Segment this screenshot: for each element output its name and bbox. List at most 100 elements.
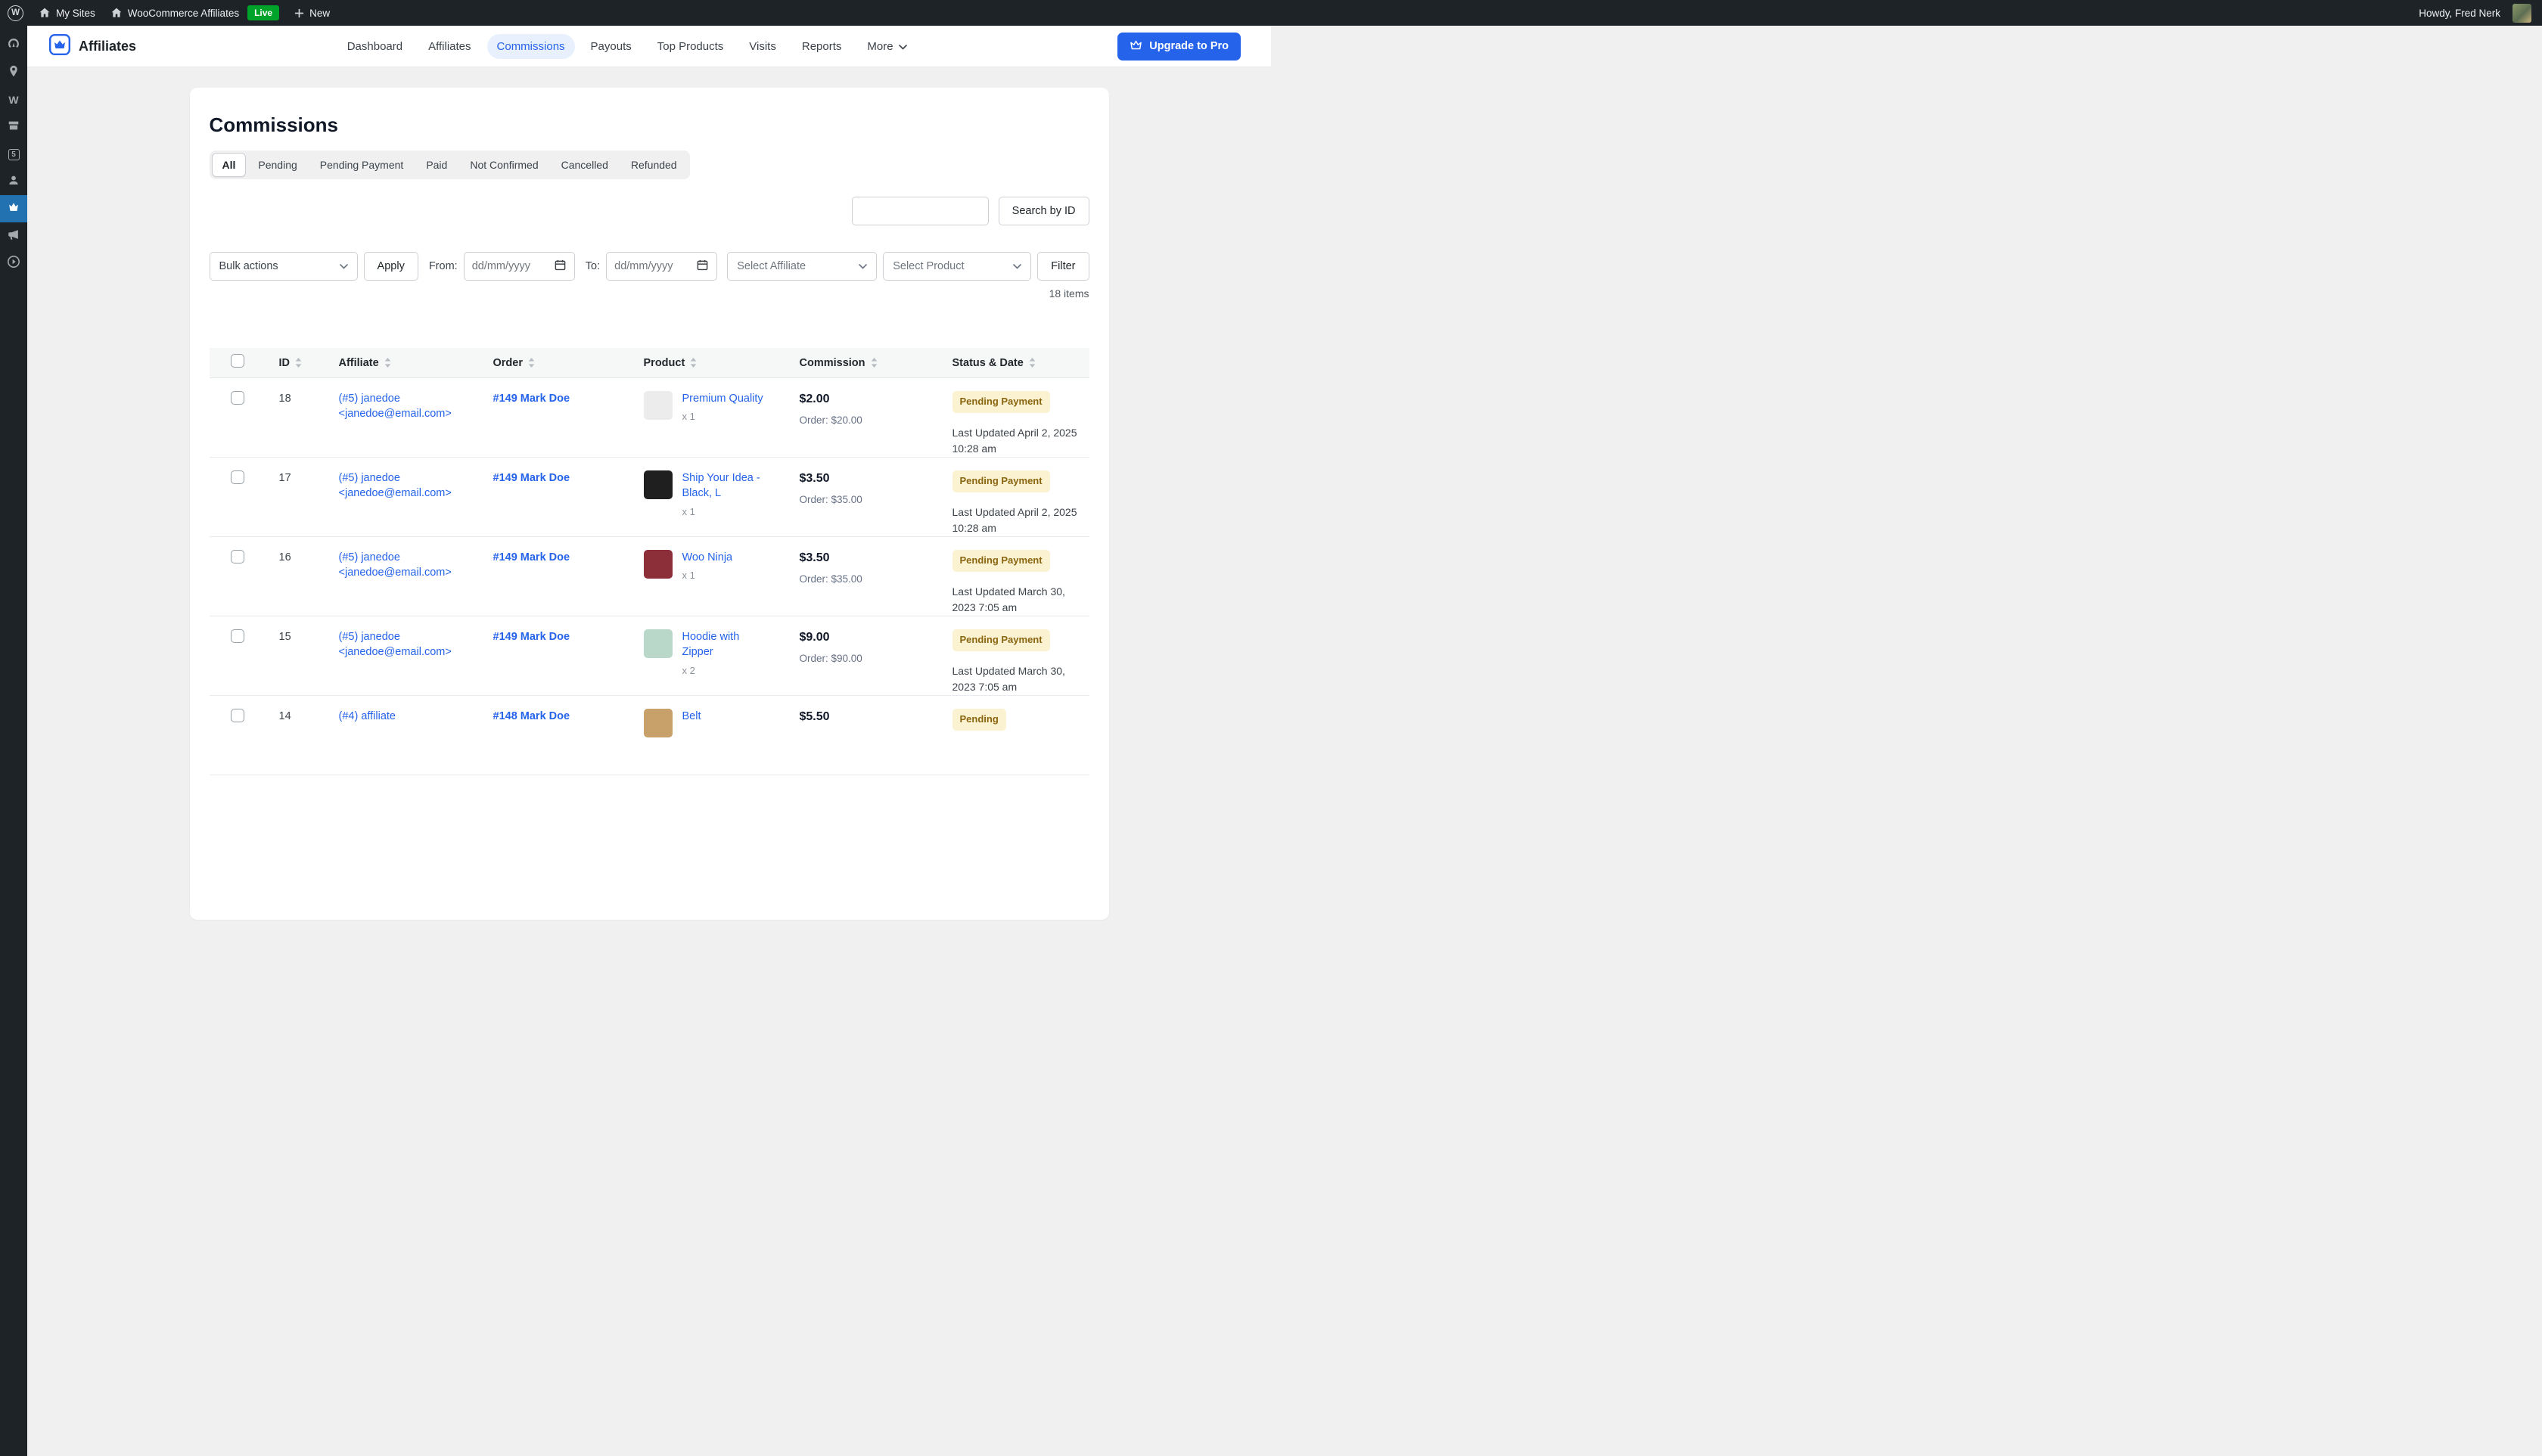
wp-admin-sidebar: W 5 <box>0 26 27 1456</box>
bulk-actions-select[interactable]: Bulk actions <box>210 252 358 281</box>
order-total: Order: $35.00 <box>800 573 952 587</box>
date-to-input[interactable]: dd/mm/yyyy <box>606 252 717 281</box>
search-row: Search by ID <box>210 197 1089 225</box>
last-updated: Last Updated March 30, 2023 7:05 am <box>952 584 1085 616</box>
row-checkbox[interactable] <box>231 391 244 405</box>
wordpress-menu[interactable]: W <box>8 0 23 26</box>
sidebar-item-collapse[interactable] <box>0 250 27 277</box>
nav-more[interactable]: More <box>857 34 916 59</box>
row-checkbox[interactable] <box>231 629 244 643</box>
calendar-icon <box>696 259 709 275</box>
my-sites-menu[interactable]: My Sites <box>39 0 95 26</box>
row-checkbox[interactable] <box>231 470 244 484</box>
wp-admin-bar: W My Sites WooCommerce Affiliates Live N… <box>0 0 2542 26</box>
tab-cancelled[interactable]: Cancelled <box>551 153 619 177</box>
order-link[interactable]: #149 Mark Doe <box>493 631 570 643</box>
search-by-id-button[interactable]: Search by ID <box>999 197 1089 225</box>
sidebar-item-w[interactable]: W <box>0 86 27 113</box>
apply-button[interactable]: Apply <box>364 252 418 281</box>
sidebar-item-plugin-5[interactable]: 5 <box>0 141 27 168</box>
product-link[interactable]: Premium Quality <box>682 391 763 406</box>
upgrade-to-pro-button[interactable]: Upgrade to Pro <box>1117 33 1241 61</box>
order-link[interactable]: #149 Mark Doe <box>493 551 570 563</box>
sidebar-item-megaphone[interactable] <box>0 222 27 250</box>
product-link[interactable]: Belt <box>682 709 701 724</box>
nav-commissions[interactable]: Commissions <box>487 34 575 59</box>
nav-top-products[interactable]: Top Products <box>648 34 734 59</box>
tab-pending-payment[interactable]: Pending Payment <box>309 153 415 177</box>
affiliate-link[interactable]: (#5) janedoe<janedoe@email.com> <box>339 629 493 660</box>
column-affiliate[interactable]: Affiliate <box>339 357 493 369</box>
commission-amount: $5.50 <box>800 709 952 725</box>
table-row: 17 (#5) janedoe<janedoe@email.com> #149 … <box>210 458 1089 537</box>
date-from-input[interactable]: dd/mm/yyyy <box>464 252 575 281</box>
new-menu[interactable]: New <box>294 0 330 26</box>
tab-all[interactable]: All <box>212 153 247 177</box>
column-commission[interactable]: Commission <box>800 357 952 369</box>
order-link[interactable]: #148 Mark Doe <box>493 710 570 722</box>
chevron-down-icon <box>899 40 907 53</box>
dashboard-icon <box>6 36 21 55</box>
brand-name: Affiliates <box>79 39 136 54</box>
sidebar-item-affiliates[interactable] <box>0 195 27 222</box>
commission-id: 18 <box>279 391 339 406</box>
select-affiliate-dropdown[interactable]: Select Affiliate <box>727 252 877 281</box>
sort-icon <box>871 358 878 368</box>
nav-reports[interactable]: Reports <box>792 34 852 59</box>
header-checkbox-cell <box>210 354 279 371</box>
table-row: 15 (#5) janedoe<janedoe@email.com> #149 … <box>210 616 1089 696</box>
nav-affiliates[interactable]: Affiliates <box>418 34 480 59</box>
select-all-checkbox[interactable] <box>231 354 244 368</box>
site-menu[interactable]: WooCommerce Affiliates Live <box>110 0 279 26</box>
column-product[interactable]: Product <box>644 357 800 369</box>
column-id[interactable]: ID <box>279 357 339 369</box>
order-link[interactable]: #149 Mark Doe <box>493 393 570 405</box>
row-checkbox[interactable] <box>231 550 244 563</box>
tab-pending[interactable]: Pending <box>247 153 307 177</box>
affiliate-link[interactable]: (#5) janedoe<janedoe@email.com> <box>339 550 493 581</box>
plugin-header: Affiliates Dashboard Affiliates Commissi… <box>27 26 1271 67</box>
table-row: 16 (#5) janedoe<janedoe@email.com> #149 … <box>210 537 1089 616</box>
sidebar-item-pin[interactable] <box>0 59 27 86</box>
account-menu[interactable]: Howdy, Fred Nerk <box>2419 0 2531 26</box>
site-name: WooCommerce Affiliates <box>128 8 239 19</box>
tab-paid[interactable]: Paid <box>415 153 458 177</box>
sidebar-item-dashboard[interactable] <box>0 32 27 59</box>
live-badge: Live <box>247 5 279 21</box>
sidebar-item-archive[interactable] <box>0 113 27 141</box>
affiliate-link[interactable]: (#5) janedoe<janedoe@email.com> <box>339 391 493 422</box>
row-checkbox[interactable] <box>231 709 244 722</box>
tab-refunded[interactable]: Refunded <box>620 153 688 177</box>
affiliate-link[interactable]: (#5) janedoe<janedoe@email.com> <box>339 470 493 501</box>
chevron-down-icon <box>340 260 348 272</box>
commission-amount: $9.00 <box>800 629 952 646</box>
product-thumbnail <box>644 550 673 579</box>
search-by-id-input[interactable] <box>852 197 989 225</box>
nav-dashboard[interactable]: Dashboard <box>337 34 412 59</box>
commission-id: 16 <box>279 550 339 565</box>
order-link[interactable]: #149 Mark Doe <box>493 472 570 484</box>
filter-button[interactable]: Filter <box>1037 252 1089 281</box>
affiliates-logo-icon <box>48 33 71 60</box>
nav-visits[interactable]: Visits <box>739 34 786 59</box>
column-order[interactable]: Order <box>493 357 644 369</box>
admin-bar-right: Howdy, Fred Nerk <box>2419 0 2531 26</box>
w-logo-icon: W <box>8 94 18 106</box>
howdy-text: Howdy, Fred Nerk <box>2419 8 2500 19</box>
brand[interactable]: Affiliates <box>48 33 136 60</box>
affiliate-link[interactable]: (#4) affiliate <box>339 709 493 724</box>
chevron-down-icon <box>859 260 867 272</box>
select-product-dropdown[interactable]: Select Product <box>883 252 1031 281</box>
sidebar-item-users[interactable] <box>0 168 27 195</box>
tab-not-confirmed[interactable]: Not Confirmed <box>459 153 548 177</box>
nav-payouts[interactable]: Payouts <box>581 34 642 59</box>
status-badge: Pending Payment <box>952 391 1050 413</box>
product-link[interactable]: Hoodie with Zipper <box>682 629 767 660</box>
column-status-date[interactable]: Status & Date <box>952 357 1089 369</box>
product-quantity: x 2 <box>682 664 767 678</box>
product-link[interactable]: Woo Ninja <box>682 550 733 565</box>
product-link[interactable]: Ship Your Idea - Black, L <box>682 470 767 501</box>
order-total: Order: $90.00 <box>800 652 952 666</box>
commission-id: 17 <box>279 470 339 486</box>
product-thumbnail <box>644 470 673 499</box>
